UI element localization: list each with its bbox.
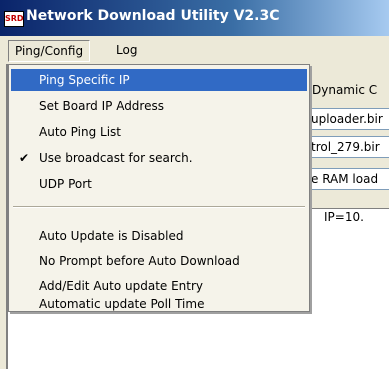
menu-item-udp-port[interactable]: UDP Port bbox=[11, 173, 307, 195]
ip-readout: IP=10. bbox=[324, 210, 364, 224]
app-window: SRD Network Download Utility V2.3C Ping/… bbox=[0, 0, 389, 370]
menu-item-poll-time[interactable]: Automatic update Poll Time bbox=[11, 297, 307, 311]
menu-item-label: Use broadcast for search. bbox=[39, 151, 193, 165]
file-field-uploader[interactable]: uploader.bir bbox=[310, 108, 389, 130]
ram-load-field-text: e RAM load bbox=[311, 172, 379, 186]
menu-item-no-prompt[interactable]: No Prompt before Auto Download bbox=[11, 250, 307, 272]
menu-item-auto-update-status[interactable]: Auto Update is Disabled bbox=[11, 225, 307, 247]
menu-item-label: Ping Specific IP bbox=[39, 73, 130, 87]
menu-item-use-broadcast[interactable]: ✔ Use broadcast for search. bbox=[11, 147, 307, 169]
ping-config-dropdown: Ping Specific IP Set Board IP Address Au… bbox=[8, 64, 310, 312]
file-field-control[interactable]: trol_279.bir bbox=[310, 136, 389, 158]
menu-item-auto-ping-list[interactable]: Auto Ping List bbox=[11, 121, 307, 143]
menu-item-set-board-ip[interactable]: Set Board IP Address bbox=[11, 95, 307, 117]
menu-bar: Ping/Config Log bbox=[0, 36, 389, 64]
menu-log[interactable]: Log bbox=[110, 40, 143, 60]
menu-item-label: Auto Update is Disabled bbox=[39, 229, 184, 243]
menu-item-label: Automatic update Poll Time bbox=[39, 297, 205, 311]
menu-item-ping-specific-ip[interactable]: Ping Specific IP bbox=[11, 69, 307, 91]
app-icon: SRD bbox=[4, 11, 24, 27]
checkmark-icon: ✔ bbox=[19, 151, 30, 165]
menu-ping-config[interactable]: Ping/Config bbox=[8, 40, 91, 62]
column-header-dynamic: Dynamic C bbox=[312, 83, 378, 97]
title-bar[interactable]: SRD Network Download Utility V2.3C bbox=[0, 0, 389, 36]
window-title: Network Download Utility V2.3C bbox=[26, 8, 280, 24]
file-field-uploader-text: uploader.bir bbox=[311, 112, 383, 126]
menu-separator bbox=[13, 206, 305, 208]
menu-item-label: UDP Port bbox=[39, 177, 92, 191]
menu-item-label: No Prompt before Auto Download bbox=[39, 254, 240, 268]
file-field-control-text: trol_279.bir bbox=[311, 140, 380, 154]
menu-item-label: Auto Ping List bbox=[39, 125, 121, 139]
menu-item-label: Set Board IP Address bbox=[39, 99, 164, 113]
ram-load-field[interactable]: e RAM load bbox=[310, 168, 389, 190]
menu-item-add-edit-auto-update[interactable]: Add/Edit Auto update Entry bbox=[11, 275, 307, 297]
menu-item-label: Add/Edit Auto update Entry bbox=[39, 279, 204, 293]
